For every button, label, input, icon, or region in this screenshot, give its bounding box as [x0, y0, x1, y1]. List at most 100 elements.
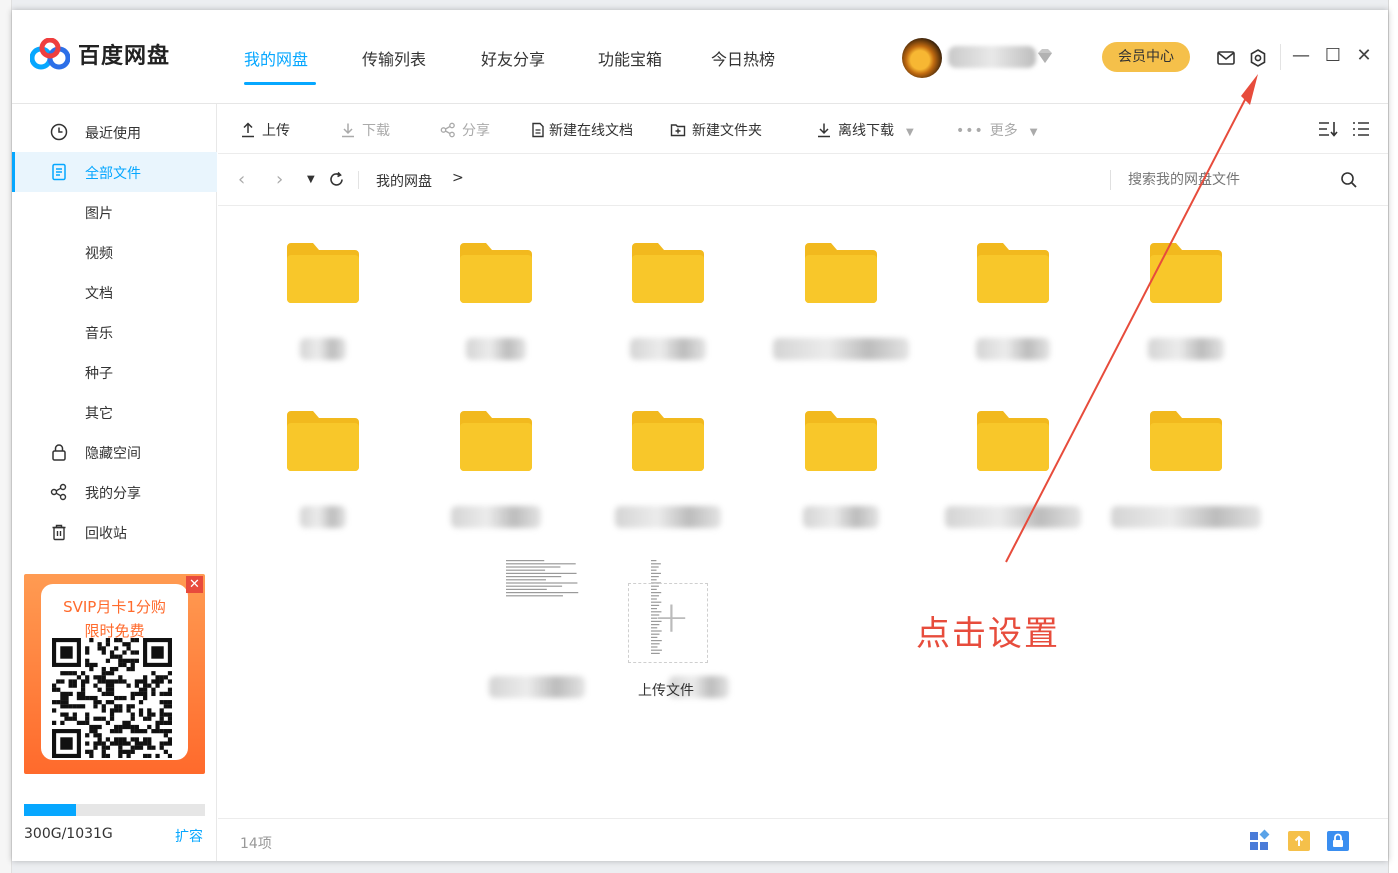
minimize-button[interactable]: — — [1291, 46, 1311, 66]
offline-download-button[interactable]: 离线下载 ▼ — [816, 120, 914, 140]
folder-item[interactable] — [1121, 206, 1251, 360]
sidebar-item-all-files[interactable]: 全部文件 — [12, 152, 217, 192]
new-online-doc-button[interactable]: 新建在线文档 — [530, 120, 633, 140]
folder-icon — [460, 411, 532, 471]
breadcrumb-my-netdisk[interactable]: 我的网盘 — [376, 171, 432, 191]
download-button[interactable]: 下载 — [340, 120, 390, 140]
upload-label: 上传 — [262, 123, 290, 139]
new-folder-button[interactable]: 新建文件夹 — [670, 120, 762, 140]
list-view-icon[interactable] — [1352, 120, 1370, 138]
promo-title: SVIP月卡1分购 — [63, 598, 166, 616]
folder-icon — [1150, 411, 1222, 471]
file-name-blurred — [300, 506, 346, 528]
sidebar-item-my-shares[interactable]: 我的分享 — [12, 472, 217, 512]
storage-usage-text: 300G/1031G — [24, 826, 113, 842]
baidu-netdisk-window: 百度网盘 我的网盘 传输列表 好友分享 功能宝箱 今日热榜 会员中心 — ☐ ✕… — [12, 10, 1388, 861]
folder-item[interactable] — [431, 374, 561, 528]
more-dots-icon: ••• — [956, 123, 984, 139]
upload-file-tile[interactable]: + — [628, 583, 708, 663]
offline-download-icon — [818, 123, 830, 138]
tab-my-netdisk[interactable]: 我的网盘 — [244, 46, 308, 70]
file-name-blurred — [300, 338, 346, 360]
folder-item[interactable] — [258, 374, 388, 528]
folder-icon — [977, 243, 1049, 303]
file-name-blurred — [945, 506, 1081, 528]
upload-icon — [242, 122, 254, 138]
folder-icon — [460, 243, 532, 303]
avatar[interactable] — [902, 38, 942, 78]
expand-storage-link[interactable]: 扩容 — [175, 826, 203, 846]
folder-item[interactable] — [258, 206, 388, 360]
maximize-button[interactable]: ☐ — [1323, 46, 1343, 66]
search-icon[interactable] — [1340, 171, 1358, 189]
settings-gear-icon[interactable] — [1248, 48, 1268, 68]
back-arrow-icon[interactable]: ‹ — [238, 169, 245, 190]
tab-hot-list[interactable]: 今日热榜 — [711, 46, 775, 70]
safe-lock-icon[interactable] — [1326, 829, 1350, 853]
apps-grid-icon[interactable] — [1248, 829, 1272, 853]
folder-icon — [1150, 243, 1222, 303]
download-label: 下载 — [362, 123, 390, 139]
username-blurred[interactable] — [948, 46, 1036, 68]
sidebar-item-others[interactable]: 其它 — [12, 392, 217, 432]
svip-promo-banner[interactable]: SVIP月卡1分购 限时免费 ✕ — [24, 574, 205, 774]
file-toolbar: 上传 下载 分享 新建在线文档 新建文件夹 离线下载 ▼ ••• 更多 ▼ — [218, 104, 1388, 154]
background-window-right — [1388, 0, 1398, 873]
folder-item[interactable] — [603, 206, 733, 360]
folder-item[interactable] — [945, 374, 1081, 528]
sidebar-item-music[interactable]: 音乐 — [12, 312, 217, 352]
sidebar-item-label: 回收站 — [85, 526, 127, 542]
sidebar-item-videos[interactable]: 视频 — [12, 232, 217, 272]
folder-item[interactable] — [1111, 374, 1261, 528]
tab-transfer-list[interactable]: 传输列表 — [362, 46, 426, 70]
clock-icon — [50, 123, 68, 141]
sidebar-item-recycle-bin[interactable]: 回收站 — [12, 512, 217, 552]
member-center-button[interactable]: 会员中心 — [1102, 42, 1190, 72]
qr-code-image — [52, 638, 172, 758]
sidebar-item-label: 种子 — [85, 366, 113, 382]
sidebar-item-label: 视频 — [85, 246, 113, 262]
sidebar-item-documents[interactable]: 文档 — [12, 272, 217, 312]
folder-icon — [632, 243, 704, 303]
share-icon — [440, 122, 455, 138]
sidebar-item-recent[interactable]: 最近使用 — [12, 112, 217, 152]
document-file-1[interactable] — [479, 556, 609, 706]
more-button[interactable]: ••• 更多 ▼ — [956, 120, 1037, 140]
sidebar-item-label: 其它 — [85, 406, 113, 422]
close-button[interactable]: ✕ — [1354, 46, 1374, 66]
mail-icon[interactable] — [1216, 48, 1236, 68]
upload-button[interactable]: 上传 — [240, 120, 290, 140]
folder-icon — [805, 411, 877, 471]
sidebar-item-images[interactable]: 图片 — [12, 192, 217, 232]
sidebar-item-label: 文档 — [85, 286, 113, 302]
file-name-blurred — [803, 506, 879, 528]
vip-diamond-icon — [1038, 49, 1052, 63]
sidebar-item-torrents[interactable]: 种子 — [12, 352, 217, 392]
folder-icon — [977, 411, 1049, 471]
file-name-blurred — [489, 676, 585, 698]
forward-arrow-icon[interactable]: › — [276, 169, 283, 190]
folder-item[interactable] — [773, 206, 909, 360]
chevron-down-icon: ▼ — [906, 127, 914, 138]
folder-item[interactable] — [776, 374, 906, 528]
file-name-blurred — [1148, 338, 1224, 360]
folder-item[interactable] — [948, 206, 1078, 360]
header-divider — [1280, 44, 1281, 70]
active-indicator — [12, 152, 15, 192]
upload-folder-icon[interactable] — [1287, 829, 1311, 853]
refresh-icon[interactable] — [328, 171, 345, 188]
promo-close-icon[interactable]: ✕ — [186, 576, 203, 593]
file-name-blurred — [773, 338, 909, 360]
app-header: 百度网盘 我的网盘 传输列表 好友分享 功能宝箱 今日热榜 会员中心 — ☐ ✕ — [12, 10, 1388, 104]
sort-icon[interactable] — [1318, 120, 1338, 138]
search-input[interactable] — [1128, 171, 1328, 187]
sidebar-item-hidden-space[interactable]: 隐藏空间 — [12, 432, 217, 472]
tab-friend-share[interactable]: 好友分享 — [481, 46, 545, 70]
history-dropdown-icon[interactable]: ▼ — [307, 174, 315, 185]
chevron-down-icon: ▼ — [1029, 127, 1038, 138]
folder-item[interactable] — [603, 374, 733, 528]
offline-download-label: 离线下载 — [838, 123, 894, 139]
folder-item[interactable] — [431, 206, 561, 360]
share-button[interactable]: 分享 — [440, 120, 490, 140]
tab-toolbox[interactable]: 功能宝箱 — [598, 46, 662, 70]
